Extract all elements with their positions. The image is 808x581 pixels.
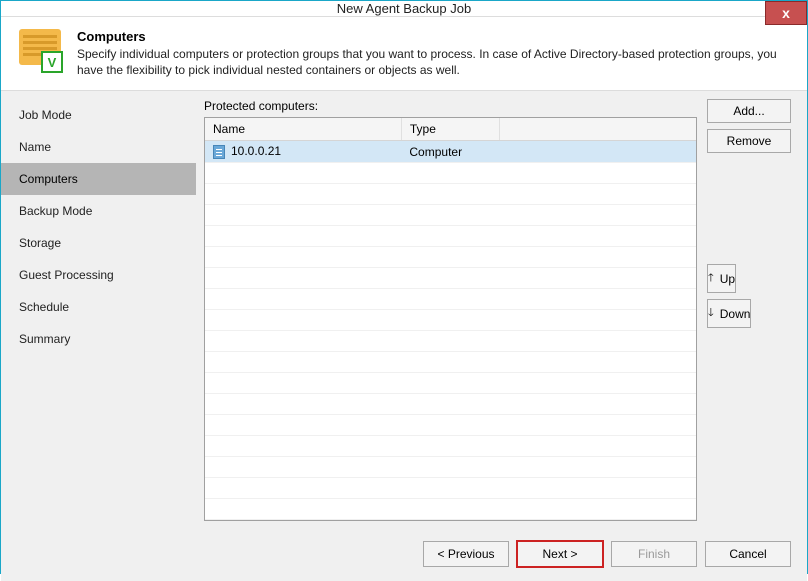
table-row: . [205, 184, 696, 205]
dialog-body: Job Mode Name Computers Backup Mode Stor… [1, 91, 807, 529]
sidebar-item-schedule[interactable]: Schedule [1, 291, 196, 323]
finish-button: Finish [611, 541, 697, 567]
protected-computers-table[interactable]: Name Type 10.0.0.21 Computer . [204, 117, 697, 521]
table-row: . [205, 163, 696, 184]
arrow-down-icon: 🡓 [708, 304, 714, 323]
close-icon: x [782, 5, 790, 21]
close-button[interactable]: x [765, 1, 807, 25]
sidebar-item-backup-mode[interactable]: Backup Mode [1, 195, 196, 227]
computer-icon [213, 145, 225, 159]
table-row: . [205, 373, 696, 394]
arrow-up-icon: 🡑 [708, 269, 714, 288]
header-icon: V [17, 27, 65, 75]
table-row: . [205, 415, 696, 436]
up-label: Up [720, 272, 735, 286]
table-row: . [205, 268, 696, 289]
row-type: Computer [401, 141, 499, 163]
column-header-type[interactable]: Type [401, 118, 499, 141]
table-section: Protected computers: Name Type [204, 99, 697, 521]
table-row: . [205, 289, 696, 310]
dialog-footer: < Previous Next > Finish Cancel [1, 529, 807, 581]
table-row: . [205, 436, 696, 457]
sidebar-item-storage[interactable]: Storage [1, 227, 196, 259]
main-panel: Protected computers: Name Type [196, 91, 807, 529]
cancel-button[interactable]: Cancel [705, 541, 791, 567]
table-row: . [205, 352, 696, 373]
up-button[interactable]: 🡑 Up [707, 264, 736, 293]
window-title: New Agent Backup Job [337, 1, 471, 16]
table-row: . [205, 310, 696, 331]
sidebar-item-computers[interactable]: Computers [1, 163, 196, 195]
side-buttons: Add... Remove 🡑 Up 🡓 Down [707, 99, 791, 521]
sidebar-item-name[interactable]: Name [1, 131, 196, 163]
dialog-window: New Agent Backup Job x V Computers Speci… [0, 0, 808, 574]
sidebar-item-guest-processing[interactable]: Guest Processing [1, 259, 196, 291]
table-row: . [205, 205, 696, 226]
titlebar: New Agent Backup Job x [1, 1, 807, 17]
down-label: Down [720, 307, 751, 321]
table-row: . [205, 478, 696, 499]
page-title: Computers [77, 29, 789, 44]
page-header: V Computers Specify individual computers… [1, 17, 807, 91]
column-header-name[interactable]: Name [205, 118, 401, 141]
table-row: . [205, 457, 696, 478]
table-label: Protected computers: [204, 99, 697, 113]
table-row: . [205, 499, 696, 520]
table-row: . [205, 331, 696, 352]
down-button[interactable]: 🡓 Down [707, 299, 751, 328]
page-description: Specify individual computers or protecti… [77, 46, 789, 78]
remove-button[interactable]: Remove [707, 129, 791, 153]
column-header-blank [500, 118, 696, 141]
badge-icon: V [41, 51, 63, 73]
table-row: . [205, 247, 696, 268]
row-name: 10.0.0.21 [231, 144, 281, 158]
wizard-sidebar: Job Mode Name Computers Backup Mode Stor… [1, 91, 196, 529]
table-row: . [205, 394, 696, 415]
table-row[interactable]: 10.0.0.21 Computer [205, 141, 696, 163]
next-button[interactable]: Next > [517, 541, 603, 567]
table-row: . [205, 226, 696, 247]
previous-button[interactable]: < Previous [423, 541, 509, 567]
sidebar-item-job-mode[interactable]: Job Mode [1, 99, 196, 131]
add-button[interactable]: Add... [707, 99, 791, 123]
sidebar-item-summary[interactable]: Summary [1, 323, 196, 355]
